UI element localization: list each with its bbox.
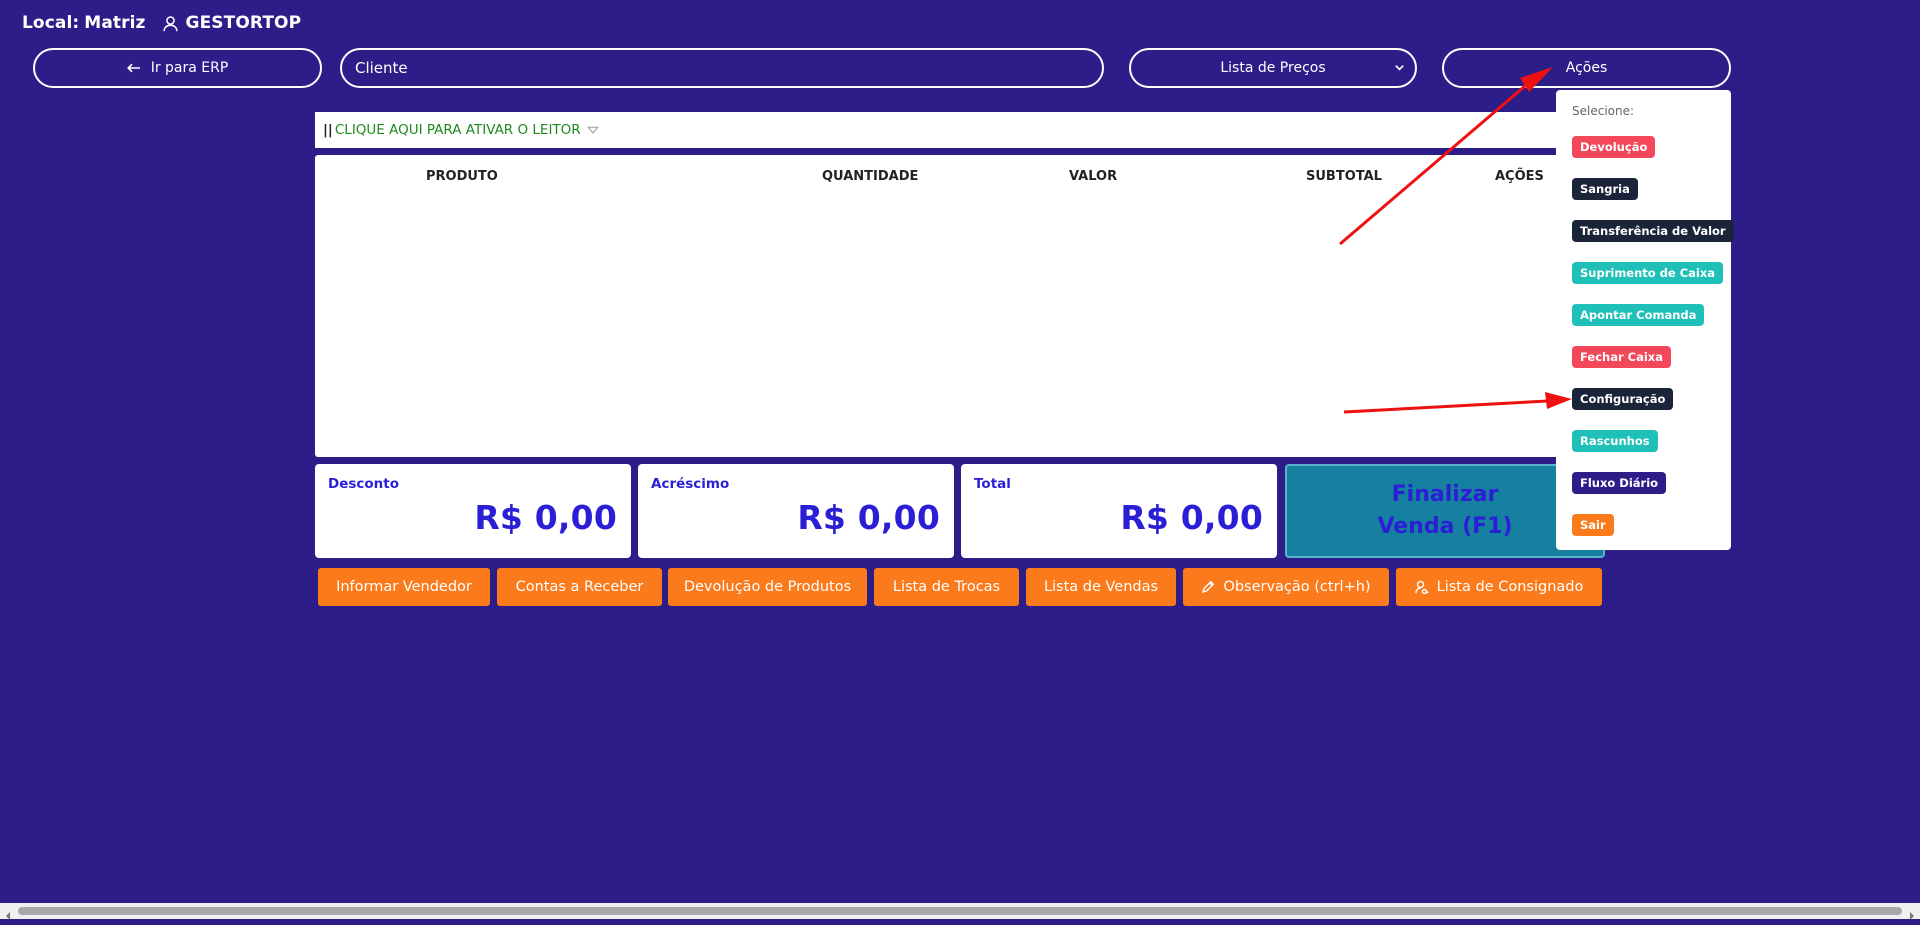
menu-item-configuracao[interactable]: Configuração [1572, 388, 1674, 410]
arrow-left-icon [126, 63, 141, 73]
barcode-reader-text: CLIQUE AQUI PARA ATIVAR O LEITOR [334, 122, 581, 138]
barcode-icon: || [323, 122, 333, 138]
product-returns-button[interactable]: Devolução de Produtos [668, 568, 867, 606]
menu-item-label: Rascunhos [1580, 434, 1650, 448]
column-header-quantity: QUANTIDADE [822, 169, 919, 184]
total-value: R$ 0,00 [1120, 498, 1263, 537]
column-header-actions: AÇÕES [1495, 169, 1544, 184]
menu-item-label: Devolução [1580, 140, 1648, 154]
local-label: Local: [22, 13, 80, 33]
menu-item-transferencia-de-valor[interactable]: Transferência de Valor [1572, 220, 1734, 242]
surcharge-card[interactable]: Acréscimo R$ 0,00 [638, 464, 954, 558]
column-header-product: PRODUTO [426, 169, 498, 184]
discount-card[interactable]: Desconto R$ 0,00 [315, 464, 631, 558]
product-returns-label: Devolução de Produtos [683, 579, 852, 595]
accounts-receivable-button[interactable]: Contas a Receber [497, 568, 662, 606]
exchanges-list-button[interactable]: Lista de Trocas [874, 568, 1019, 606]
column-header-subtotal: SUBTOTAL [1306, 169, 1382, 184]
exchanges-list-label: Lista de Trocas [892, 579, 1001, 595]
sales-list-label: Lista de Vendas [1043, 579, 1159, 595]
chevron-down-icon [1394, 62, 1405, 73]
pencil-icon [1201, 580, 1215, 594]
total-label: Total [974, 476, 1011, 492]
menu-item-sair[interactable]: Sair [1572, 514, 1614, 536]
inform-seller-button[interactable]: Informar Vendedor [318, 568, 490, 606]
finalize-line1: Finalizar [1391, 482, 1499, 507]
total-card: Total R$ 0,00 [961, 464, 1277, 558]
local-value: Matriz [84, 13, 146, 33]
price-list-selected: Lista de Preços [1220, 60, 1326, 76]
menu-item-label: Sair [1580, 518, 1606, 532]
surcharge-value: R$ 0,00 [797, 498, 940, 537]
consignment-list-button[interactable]: Lista de Consignado [1396, 568, 1602, 606]
menu-item-fechar-caixa[interactable]: Fechar Caixa [1572, 346, 1671, 368]
go-to-erp-label: Ir para ERP [150, 60, 229, 76]
menu-item-sangria[interactable]: Sangria [1572, 178, 1638, 200]
observation-button[interactable]: Observação (ctrl+h) [1183, 568, 1389, 606]
scroll-left-arrow-icon[interactable] [4, 906, 12, 925]
consignment-list-label: Lista de Consignado [1436, 579, 1584, 595]
scrollbar-thumb[interactable] [18, 907, 1902, 915]
discount-label: Desconto [328, 476, 400, 492]
column-header-value: VALOR [1069, 169, 1118, 184]
menu-item-suprimento-de-caixa[interactable]: Suprimento de Caixa [1572, 262, 1724, 284]
actions-dropdown-menu: Selecione: Devolução Sangria Transferênc… [1556, 90, 1734, 550]
caret-down-icon [586, 126, 599, 134]
sales-list-button[interactable]: Lista de Vendas [1026, 568, 1176, 606]
horizontal-scrollbar[interactable] [0, 903, 1920, 920]
menu-item-rascunhos[interactable]: Rascunhos [1572, 430, 1658, 452]
accounts-receivable-label: Contas a Receber [515, 579, 644, 595]
menu-item-fluxo-diario[interactable]: Fluxo Diário [1572, 472, 1667, 494]
menu-item-label: Transferência de Valor [1580, 224, 1726, 238]
menu-item-label: Configuração [1580, 392, 1666, 406]
dropdown-header: Selecione: [1572, 104, 1635, 118]
menu-item-label: Fluxo Diário [1580, 476, 1659, 490]
menu-item-label: Apontar Comanda [1580, 308, 1697, 322]
actions-button-label: Ações [1565, 60, 1608, 76]
products-table: PRODUTO QUANTIDADE VALOR SUBTOTAL AÇÕES [315, 155, 1595, 457]
user-icon [162, 15, 179, 32]
barcode-reader-toggle[interactable]: || CLIQUE AQUI PARA ATIVAR O LEITOR [315, 112, 1595, 148]
menu-item-label: Suprimento de Caixa [1580, 266, 1716, 280]
discount-value: R$ 0,00 [474, 498, 617, 537]
user-search-icon [1414, 580, 1429, 594]
menu-item-label: Fechar Caixa [1580, 350, 1663, 364]
menu-item-apontar-comanda[interactable]: Apontar Comanda [1572, 304, 1705, 326]
client-placeholder: Cliente [355, 59, 408, 77]
observation-label: Observação (ctrl+h) [1223, 579, 1371, 595]
client-input[interactable]: Cliente [340, 48, 1104, 88]
menu-item-label: Sangria [1580, 182, 1630, 196]
price-list-select[interactable]: Lista de Preços [1129, 48, 1417, 88]
inform-seller-label: Informar Vendedor [336, 579, 472, 595]
go-to-erp-button[interactable]: Ir para ERP [33, 48, 322, 88]
user-name: GESTORTOP [185, 13, 302, 33]
actions-button[interactable]: Ações [1442, 48, 1731, 88]
surcharge-label: Acréscimo [651, 476, 730, 492]
finalize-line2: Venda (F1) [1377, 514, 1513, 539]
scroll-right-arrow-icon[interactable] [1908, 906, 1916, 925]
header-bar: Local: Matriz GESTORTOP [22, 13, 301, 33]
menu-item-devolucao[interactable]: Devolução [1572, 136, 1656, 158]
